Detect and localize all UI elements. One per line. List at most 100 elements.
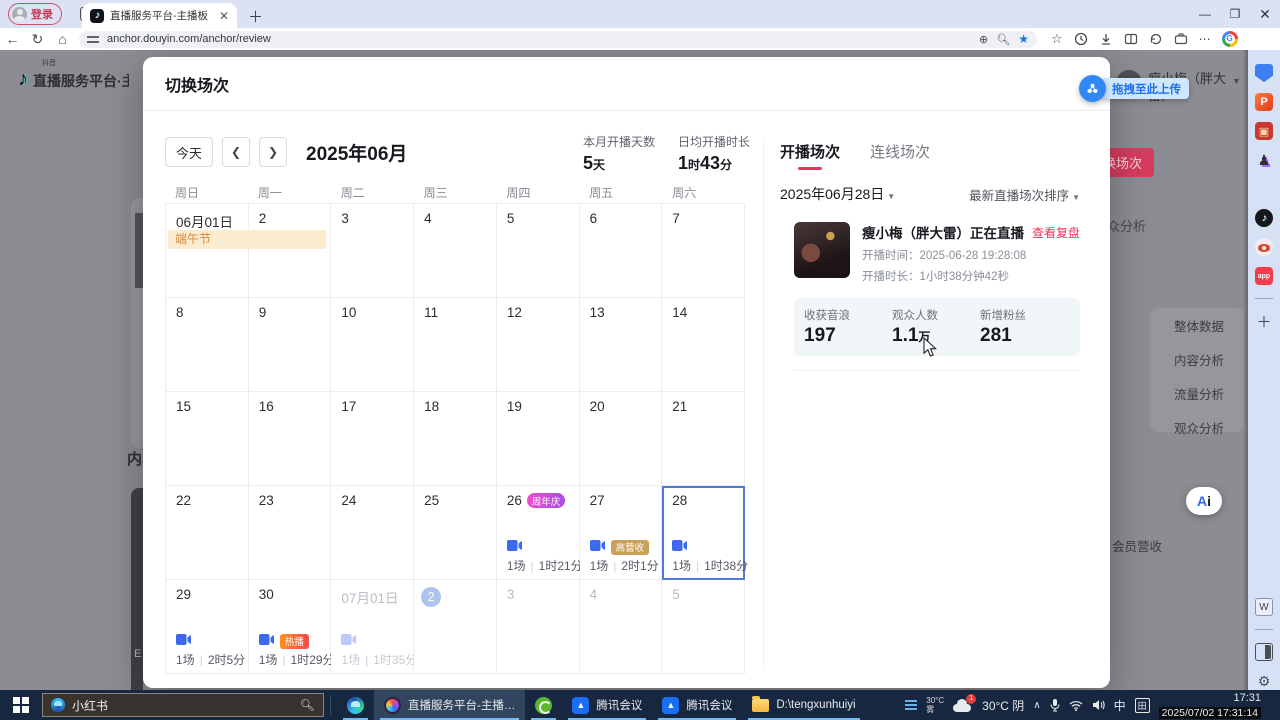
weather-cloud-icon[interactable]: 1: [953, 698, 973, 712]
calendar-day-cell[interactable]: 3: [331, 204, 414, 298]
weather-temp-label[interactable]: 30°C 阴: [982, 697, 1024, 714]
red-app-icon[interactable]: app: [1255, 267, 1273, 285]
calendar-day-cell[interactable]: 7: [662, 204, 745, 298]
calendar-day-cell[interactable]: 10: [331, 298, 414, 392]
sidebar-settings-gear-icon[interactable]: ⚙: [1255, 672, 1273, 690]
close-button[interactable]: ✕: [1250, 0, 1280, 28]
calendar-day-cell[interactable]: 16: [249, 392, 332, 486]
calendar-day-cell[interactable]: 17: [331, 392, 414, 486]
ime-mode-icon[interactable]: 田: [1135, 698, 1150, 713]
tray-expand-icon[interactable]: ∧: [1033, 700, 1040, 711]
calendar-day-cell[interactable]: 27高营收1场|2时1分: [580, 486, 663, 580]
home-icon[interactable]: ⌂: [50, 31, 75, 47]
view-review-link[interactable]: 查看复盘: [1032, 224, 1080, 241]
toolbox-icon[interactable]: ▣: [1255, 122, 1273, 140]
google-account-avatar[interactable]: G: [1222, 31, 1238, 47]
calendar-day-cell[interactable]: 07月01日1场|1时35分: [331, 580, 414, 674]
address-bar[interactable]: anchor.douyin.com/anchor/review ⊕ 🔍︎ ★: [79, 31, 1037, 48]
games-chess-icon[interactable]: ♟: [1255, 151, 1273, 169]
restore-button[interactable]: ❐: [1220, 0, 1250, 28]
calendar-day-cell[interactable]: 24: [331, 486, 414, 580]
taskbar-clock[interactable]: 17:31 2025/07/02 17:31:14: [1159, 690, 1261, 720]
calendar-day-cell[interactable]: 281场|1时38分: [662, 486, 745, 580]
right-nav-item[interactable]: 观众分析: [1174, 418, 1224, 437]
calendar-day-cell[interactable]: 2: [249, 204, 332, 298]
downloads-icon[interactable]: [1099, 32, 1113, 46]
calendar-day-cell[interactable]: 12: [497, 298, 580, 392]
calendar-day-cell[interactable]: 20: [580, 392, 663, 486]
calendar-day-cell[interactable]: 9: [249, 298, 332, 392]
add-sidebar-app-icon[interactable]: ＋: [1255, 312, 1273, 330]
calendar-day-cell[interactable]: 3: [497, 580, 580, 674]
calendar-day-cell[interactable]: 13: [580, 298, 663, 392]
site-info-icon[interactable]: [87, 34, 99, 44]
session-restore-icon[interactable]: [1149, 32, 1163, 46]
browser-tab-active[interactable]: ♪ 直播服务平台-主播板 ✕: [82, 3, 237, 28]
microphone-icon[interactable]: [1050, 698, 1060, 712]
ime-language-label[interactable]: 中: [1114, 697, 1126, 714]
right-nav-item[interactable]: 流量分析: [1174, 384, 1224, 403]
calendar-day-cell[interactable]: 06月01日端午节: [166, 204, 249, 298]
weibo-icon[interactable]: [1255, 238, 1273, 256]
calendar-day-cell[interactable]: 15: [166, 392, 249, 486]
upload-float-widget[interactable]: 拖拽至此上传: [1079, 75, 1189, 102]
calendar-day-cell[interactable]: 22: [166, 486, 249, 580]
calendar-day-cell[interactable]: 23: [249, 486, 332, 580]
taskbar-edge-app[interactable]: [337, 690, 374, 720]
taskbar-green-app[interactable]: [525, 690, 562, 720]
ai-assistant-button[interactable]: Ai: [1186, 487, 1222, 515]
speaker-icon[interactable]: [1092, 699, 1105, 711]
today-button[interactable]: 今天: [165, 137, 213, 167]
workspaces-briefcase-icon[interactable]: [1174, 32, 1188, 46]
wikipedia-icon[interactable]: W: [1255, 598, 1273, 616]
date-filter-dropdown[interactable]: 2025年06月28日▼: [780, 184, 895, 204]
sort-dropdown[interactable]: 最新直播场次排序▼: [969, 185, 1080, 204]
tiktok-icon[interactable]: ♪: [1255, 209, 1273, 227]
calendar-day-cell[interactable]: 6: [580, 204, 663, 298]
next-month-button[interactable]: ❯: [259, 137, 287, 167]
zoom-icon[interactable]: 🔍︎: [996, 33, 1010, 46]
wifi-icon[interactable]: [1069, 700, 1083, 711]
history-clock-icon[interactable]: [1074, 32, 1088, 46]
taskbar-search-box[interactable]: 小红书 🔍︎: [42, 693, 324, 717]
back-icon[interactable]: ←: [0, 31, 25, 47]
taskbar-meeting-app-2[interactable]: ▲ 腾讯会议: [652, 690, 742, 720]
session-tab-inactive[interactable]: 连线场次: [870, 141, 930, 176]
right-nav-item[interactable]: 整体数据: [1174, 316, 1224, 335]
shopping-tag-icon[interactable]: [1255, 64, 1273, 82]
session-tab-active[interactable]: 开播场次: [780, 141, 840, 176]
calendar-day-cell[interactable]: 11: [414, 298, 497, 392]
calendar-day-cell[interactable]: 4: [414, 204, 497, 298]
calendar-day-cell[interactable]: 19: [497, 392, 580, 486]
calendar-day-cell[interactable]: 291场|2时5分: [166, 580, 249, 674]
calendar-day-cell[interactable]: 26周年庆1场|1时21分: [497, 486, 580, 580]
bookmark-filled-icon[interactable]: ★: [1018, 32, 1029, 46]
favorites-icon[interactable]: ☆: [1051, 31, 1063, 47]
minimize-button[interactable]: —: [1190, 0, 1220, 28]
calendar-day-cell[interactable]: 21: [662, 392, 745, 486]
calendar-day-cell[interactable]: 4: [580, 580, 663, 674]
browser-profile-chip[interactable]: 登录: [8, 3, 62, 25]
split-screen-icon[interactable]: [1124, 32, 1138, 46]
taskbar-live-platform-app[interactable]: 直播服务平台-主播…: [374, 690, 525, 720]
start-button[interactable]: [0, 690, 42, 720]
tray-menu-icon[interactable]: [905, 700, 917, 710]
install-app-icon[interactable]: ⊕: [979, 33, 988, 46]
more-menu-icon[interactable]: ⋯: [1199, 32, 1211, 46]
microsoft-apps-icon[interactable]: [1255, 180, 1273, 198]
calendar-day-cell[interactable]: 8: [166, 298, 249, 392]
calendar-day-cell[interactable]: 18: [414, 392, 497, 486]
calendar-day-cell[interactable]: 25: [414, 486, 497, 580]
sidebar-toggle-icon[interactable]: [1255, 643, 1273, 661]
taskbar-folder-window[interactable]: D:\tengxunhuiyi: [742, 690, 865, 720]
office-app-icon[interactable]: P: [1255, 93, 1273, 111]
calendar-day-cell[interactable]: 5: [497, 204, 580, 298]
prev-month-button[interactable]: ❮: [222, 137, 250, 167]
reload-icon[interactable]: ↻: [25, 31, 50, 48]
tab-close-icon[interactable]: ✕: [219, 10, 229, 22]
weather-small[interactable]: 30°C 雾: [926, 696, 944, 714]
right-nav-item[interactable]: 内容分析: [1174, 350, 1224, 369]
cloud-upload-icon[interactable]: [1079, 75, 1106, 102]
calendar-day-cell[interactable]: 5: [662, 580, 745, 674]
taskbar-meeting-app-1[interactable]: ▲ 腾讯会议: [562, 690, 652, 720]
